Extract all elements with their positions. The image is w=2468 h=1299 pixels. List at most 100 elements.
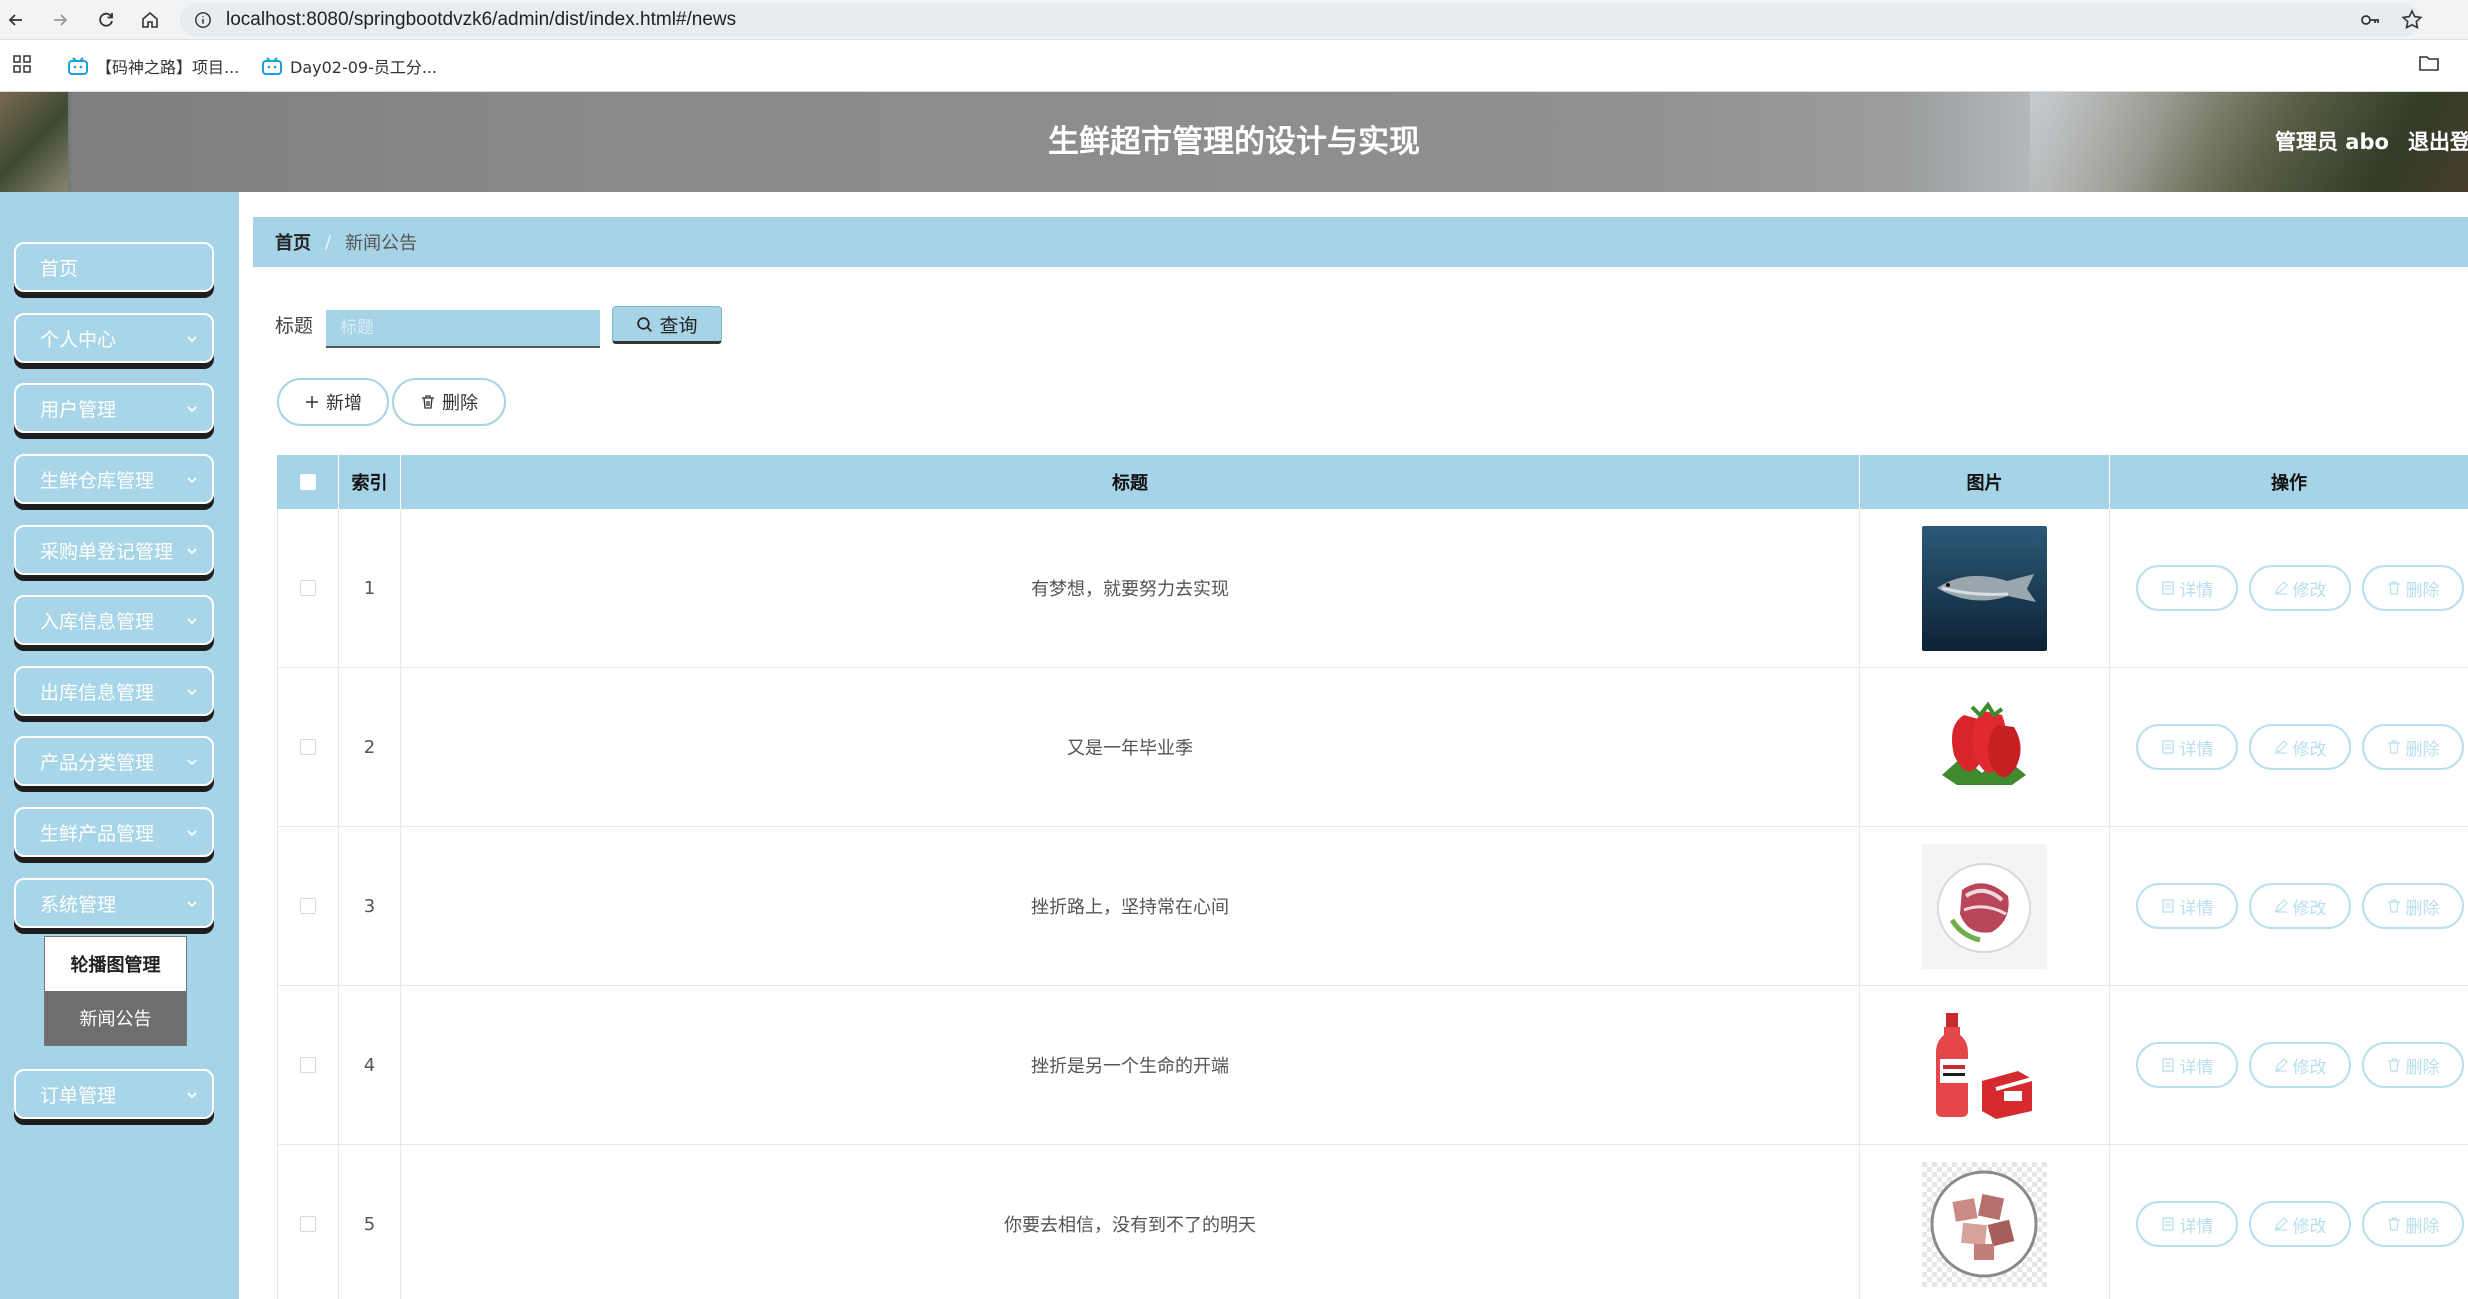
column-header-image: 图片 xyxy=(1860,455,2110,509)
sidebar-item-label: 产品分类管理 xyxy=(40,751,155,774)
row-index: 1 xyxy=(339,509,401,667)
add-button[interactable]: 新增 xyxy=(277,378,389,426)
row-actions: 详情 修改 删除 xyxy=(2110,986,2468,1144)
sidebar-item-orders[interactable]: 订单管理 xyxy=(14,1069,214,1119)
sidebar-item-profile[interactable]: 个人中心 xyxy=(14,313,214,363)
sidebar-item-home[interactable]: 首页 xyxy=(14,242,214,292)
select-all-checkbox[interactable] xyxy=(277,455,339,509)
edit-pencil-icon xyxy=(2274,740,2288,754)
detail-button[interactable]: 详情 xyxy=(2136,1201,2238,1247)
bookmarks-bar: 【码神之路】项目... Day02-09-员工分... xyxy=(0,40,2468,92)
sidebar-item-system[interactable]: 系统管理 xyxy=(14,878,214,928)
document-icon xyxy=(2161,740,2174,754)
sidebar-item-users[interactable]: 用户管理 xyxy=(14,383,214,433)
apps-grid-icon[interactable] xyxy=(12,54,32,74)
row-image-cell xyxy=(1860,509,2110,667)
sidebar-item-label: 订单管理 xyxy=(40,1084,117,1107)
delete-button[interactable]: 删除 xyxy=(2362,1201,2464,1247)
sidebar-item-stock-in[interactable]: 入库信息管理 xyxy=(14,595,214,645)
edit-button[interactable]: 修改 xyxy=(2249,724,2351,770)
fish-image[interactable] xyxy=(1922,525,2047,651)
browser-toolbar: localhost:8080/springbootdvzk6/admin/dis… xyxy=(0,0,2468,40)
sidebar-item-label: 用户管理 xyxy=(40,398,117,421)
detail-button[interactable]: 详情 xyxy=(2136,883,2238,929)
sidebar-item-category[interactable]: 产品分类管理 xyxy=(14,736,214,786)
chevron-down-icon xyxy=(187,759,197,766)
site-info-icon[interactable] xyxy=(194,11,212,29)
address-bar[interactable]: localhost:8080/springbootdvzk6/admin/dis… xyxy=(180,3,2420,37)
sidebar-item-stock-out[interactable]: 出库信息管理 xyxy=(14,666,214,716)
chevron-down-icon xyxy=(187,689,197,696)
row-image-cell xyxy=(1860,668,2110,826)
strawberry-image[interactable] xyxy=(1922,684,2047,810)
row-title: 挫折是另一个生命的开端 xyxy=(401,986,1860,1144)
password-key-icon[interactable] xyxy=(2358,8,2382,32)
row-actions: 详情 修改 删除 xyxy=(2110,509,2468,667)
delete-button[interactable]: 删除 xyxy=(2362,1042,2464,1088)
drink-bottle-image[interactable] xyxy=(1922,1002,2047,1128)
edit-pencil-icon xyxy=(2274,1058,2288,1072)
detail-button-label: 详情 xyxy=(2179,739,2214,760)
back-icon[interactable] xyxy=(4,8,28,32)
folder-icon[interactable] xyxy=(2418,54,2440,72)
edit-button[interactable]: 修改 xyxy=(2249,565,2351,611)
column-header-index: 索引 xyxy=(339,455,401,509)
edit-button[interactable]: 修改 xyxy=(2249,1201,2351,1247)
document-icon xyxy=(2161,581,2174,595)
chevron-down-icon xyxy=(187,406,197,413)
row-checkbox[interactable] xyxy=(277,1145,339,1299)
sidebar-item-label: 出库信息管理 xyxy=(40,681,155,704)
row-checkbox[interactable] xyxy=(277,827,339,985)
reload-icon[interactable] xyxy=(94,8,118,32)
breadcrumb: 首页 / 新闻公告 xyxy=(253,217,2468,267)
row-checkbox[interactable] xyxy=(277,509,339,667)
submenu-item-carousel[interactable]: 轮播图管理 xyxy=(45,937,186,991)
bilibili-icon xyxy=(262,57,282,75)
sidebar-item-label: 采购单登记管理 xyxy=(40,540,174,563)
meat-plate-image[interactable] xyxy=(1922,843,2047,969)
table-header: 索引 标题 图片 操作 xyxy=(277,455,2468,509)
row-checkbox[interactable] xyxy=(277,986,339,1144)
table-row: 2 又是一年毕业季 详情 修改 删除 xyxy=(277,668,2468,827)
row-actions: 详情 修改 删除 xyxy=(2110,827,2468,985)
bookmark-star-icon[interactable] xyxy=(2400,8,2424,32)
batch-delete-button[interactable]: 删除 xyxy=(392,378,506,426)
sidebar-item-label: 生鲜仓库管理 xyxy=(40,469,155,492)
search-input[interactable] xyxy=(326,310,600,348)
meat-cubes-image[interactable] xyxy=(1922,1161,2047,1287)
edit-button[interactable]: 修改 xyxy=(2249,1042,2351,1088)
row-checkbox[interactable] xyxy=(277,668,339,826)
breadcrumb-home[interactable]: 首页 xyxy=(275,229,311,255)
trash-icon xyxy=(2387,899,2400,913)
logout-link[interactable]: 退出登 xyxy=(2408,92,2468,192)
system-submenu: 轮播图管理 新闻公告 xyxy=(44,936,187,1046)
trash-icon xyxy=(422,395,434,409)
delete-button[interactable]: 删除 xyxy=(2362,883,2464,929)
detail-button[interactable]: 详情 xyxy=(2136,724,2238,770)
home-icon[interactable] xyxy=(138,8,162,32)
forward-icon[interactable] xyxy=(48,8,72,32)
edit-pencil-icon xyxy=(2274,1217,2288,1231)
submenu-item-news[interactable]: 新闻公告 xyxy=(45,991,186,1045)
delete-button[interactable]: 删除 xyxy=(2362,565,2464,611)
delete-button-label: 删除 xyxy=(2405,580,2440,601)
sidebar-item-warehouse[interactable]: 生鲜仓库管理 xyxy=(14,454,214,504)
document-icon xyxy=(2161,1058,2174,1072)
app-header: 生鲜超市管理的设计与实现 管理员 abo 退出登 xyxy=(0,92,2468,192)
delete-button-label: 删除 xyxy=(2405,739,2440,760)
row-title: 有梦想，就要努力去实现 xyxy=(401,509,1860,667)
detail-button-label: 详情 xyxy=(2179,898,2214,919)
search-button[interactable]: 查询 xyxy=(612,306,722,344)
bookmark-item[interactable]: Day02-09-员工分... xyxy=(262,54,437,78)
sidebar-item-products[interactable]: 生鲜产品管理 xyxy=(14,807,214,857)
plus-icon xyxy=(306,396,318,408)
edit-pencil-icon xyxy=(2274,581,2288,595)
sidebar-item-purchase[interactable]: 采购单登记管理 xyxy=(14,525,214,575)
bookmark-item[interactable]: 【码神之路】项目... xyxy=(68,54,239,78)
edit-button[interactable]: 修改 xyxy=(2249,883,2351,929)
detail-button[interactable]: 详情 xyxy=(2136,1042,2238,1088)
detail-button[interactable]: 详情 xyxy=(2136,565,2238,611)
delete-button[interactable]: 删除 xyxy=(2362,724,2464,770)
chevron-down-icon xyxy=(187,901,197,908)
row-index: 5 xyxy=(339,1145,401,1299)
